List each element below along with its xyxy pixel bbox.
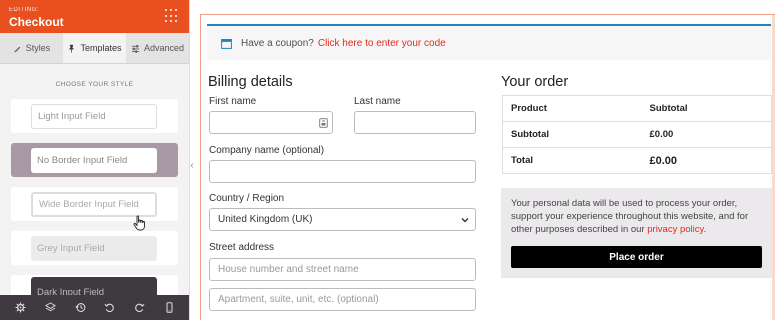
subtotal-row-value: £0.00 xyxy=(641,121,772,148)
coupon-text: Have a coupon? xyxy=(241,37,314,49)
coupon-link[interactable]: Click here to enter your code xyxy=(318,38,446,49)
style-no-border-label: No Border Input Field xyxy=(31,147,157,173)
panel-tabs: Styles Templates Advanced xyxy=(0,33,189,64)
calendar-icon xyxy=(221,38,232,49)
tab-templates-label: Templates xyxy=(80,43,122,53)
settings-icon[interactable] xyxy=(15,302,27,314)
style-grey-input[interactable]: Grey Input Field xyxy=(11,231,178,265)
mobile-icon[interactable] xyxy=(163,302,175,314)
coupon-notice: Have a coupon? Click here to enter your … xyxy=(207,24,771,60)
street-address-label: Street address xyxy=(209,242,275,253)
sliders-icon xyxy=(131,44,140,53)
choose-style-heading: CHOOSE YOUR STYLE xyxy=(55,81,134,88)
panel-header: EDITING: Checkout xyxy=(0,0,189,33)
editor-panel: EDITING: Checkout Styles Templates Advan… xyxy=(0,0,190,320)
style-wide-border-label: Wide Border Input Field xyxy=(31,191,157,217)
product-column-header: Product xyxy=(502,95,642,122)
table-row: Subtotal £0.00 xyxy=(502,121,772,148)
tab-advanced[interactable]: Advanced xyxy=(126,33,189,63)
hand-cursor-icon xyxy=(133,215,145,231)
panel-title: Checkout xyxy=(9,15,64,29)
collapse-panel-chevron-icon[interactable]: ‹ xyxy=(187,155,197,175)
style-wide-border-input[interactable]: Wide Border Input Field xyxy=(11,187,178,221)
privacy-text: Your personal data will be used to proce… xyxy=(511,198,749,235)
brush-icon xyxy=(13,46,20,52)
street-address-line2-input[interactable]: Apartment, suite, unit, etc. (optional) xyxy=(209,288,476,311)
pin-icon xyxy=(69,44,75,53)
style-light-input[interactable]: Light Input Field xyxy=(11,99,178,133)
country-region-label: Country / Region xyxy=(209,193,285,204)
first-name-label: First name xyxy=(209,96,257,107)
history-icon[interactable] xyxy=(74,302,86,314)
style-light-label: Light Input Field xyxy=(31,103,157,129)
company-name-label: Company name (optional) xyxy=(209,145,325,156)
autofill-contact-icon[interactable] xyxy=(319,118,328,128)
subtotal-row-label: Subtotal xyxy=(502,121,642,148)
total-row-label: Total xyxy=(502,147,642,174)
billing-details-heading: Billing details xyxy=(208,74,293,90)
tab-templates[interactable]: Templates xyxy=(63,33,126,63)
tab-styles[interactable]: Styles xyxy=(0,33,63,63)
place-order-button[interactable]: Place order xyxy=(511,246,762,268)
last-name-label: Last name xyxy=(354,96,401,107)
street-line1-placeholder: House number and street name xyxy=(218,264,359,275)
grid-menu-icon[interactable] xyxy=(165,9,179,23)
company-name-input[interactable] xyxy=(209,160,476,183)
table-header-row: Product Subtotal xyxy=(502,95,772,122)
street-address-line1-input[interactable]: House number and street name xyxy=(209,258,476,281)
first-name-input[interactable] xyxy=(209,111,333,134)
street-line2-placeholder: Apartment, suite, unit, etc. (optional) xyxy=(218,294,379,305)
tab-styles-label: Styles xyxy=(25,43,51,53)
your-order-heading: Your order xyxy=(501,74,569,90)
country-region-select[interactable]: United Kingdom (UK) xyxy=(209,208,476,231)
tab-advanced-label: Advanced xyxy=(143,43,185,53)
privacy-notice-box: Your personal data will be used to proce… xyxy=(501,188,772,278)
table-row: Total £0.00 xyxy=(502,147,772,174)
editing-label: EDITING: xyxy=(9,7,40,13)
panel-bottom-bar xyxy=(0,295,189,320)
country-selected-value: United Kingdom (UK) xyxy=(218,214,313,225)
chevron-down-icon xyxy=(461,217,469,222)
layers-icon[interactable] xyxy=(44,302,56,314)
privacy-end: . xyxy=(703,224,707,235)
redo-icon[interactable] xyxy=(133,302,145,314)
last-name-input[interactable] xyxy=(354,111,476,134)
subtotal-column-header: Subtotal xyxy=(641,95,772,122)
undo-icon[interactable] xyxy=(104,302,116,314)
style-no-border-input[interactable]: No Border Input Field xyxy=(11,143,178,177)
privacy-policy-link[interactable]: privacy policy xyxy=(647,224,703,235)
order-summary-table: Product Subtotal Subtotal £0.00 Total £0… xyxy=(502,95,772,174)
style-grey-label: Grey Input Field xyxy=(31,235,157,261)
page-canvas: Have a coupon? Click here to enter your … xyxy=(200,14,775,320)
total-row-value: £0.00 xyxy=(641,147,772,174)
